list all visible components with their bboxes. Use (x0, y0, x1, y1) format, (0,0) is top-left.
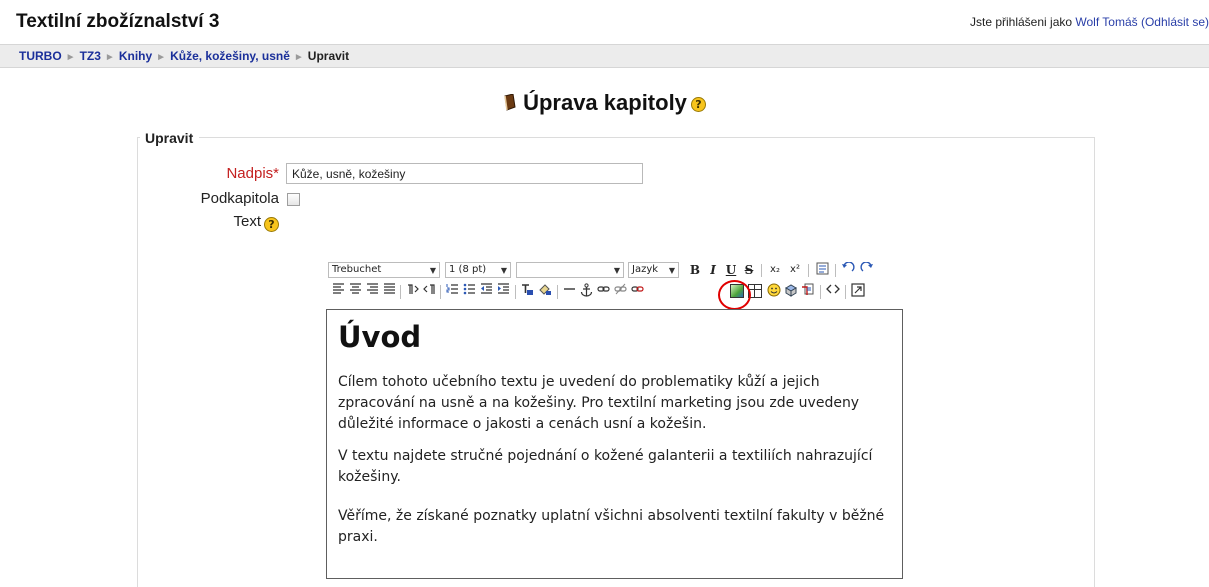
anchor-icon[interactable] (579, 283, 593, 301)
justify-icon[interactable] (382, 283, 396, 301)
toolbar-separator (400, 285, 401, 299)
logout-link[interactable]: (Odhlásit se) (1141, 15, 1209, 29)
underline-button[interactable]: U (724, 262, 738, 278)
editor-heading: Úvod (338, 320, 422, 354)
language-select[interactable]: Jazyk ▼ (628, 262, 679, 278)
title-label-text: Nadpis (226, 165, 274, 182)
html-source-icon[interactable] (826, 283, 840, 301)
breadcrumb-tz3[interactable]: TZ3 (80, 49, 101, 63)
outdent-icon[interactable] (479, 283, 493, 301)
help-icon[interactable]: ? (690, 96, 706, 112)
breadcrumb-chapter[interactable]: Kůže, kožešiny, usně (170, 49, 290, 63)
title-input[interactable] (286, 163, 643, 184)
rtl-icon[interactable] (422, 283, 436, 301)
italic-button[interactable]: I (706, 262, 720, 278)
unlink-icon[interactable] (613, 283, 627, 301)
chevron-down-icon: ▼ (613, 266, 620, 275)
breadcrumb-separator: ► (293, 52, 304, 63)
nolink-icon[interactable] (630, 283, 644, 301)
font-size-select[interactable]: 1 (8 pt) ▼ (445, 262, 511, 278)
background-color-icon[interactable] (538, 283, 552, 301)
toolbar-separator (820, 285, 821, 299)
search-replace-icon[interactable] (801, 283, 815, 301)
subchapter-checkbox[interactable] (287, 193, 300, 206)
clean-word-icon[interactable] (815, 262, 829, 278)
chevron-down-icon: ▼ (429, 266, 436, 275)
link-icon[interactable] (596, 283, 610, 301)
ltr-icon[interactable] (405, 283, 419, 301)
login-prefix: Jste přihlášeni jako (969, 15, 1076, 29)
editor-paragraph: Věříme, že získané poznatky uplatní všic… (338, 508, 885, 545)
special-char-icon[interactable] (784, 283, 798, 301)
align-right-icon[interactable] (365, 283, 379, 301)
login-info: Jste přihlášeni jako Wolf Tomáš (Odhlási… (970, 15, 1209, 29)
fullscreen-icon[interactable] (851, 283, 865, 301)
required-mark: * (273, 165, 279, 182)
toolbar-separator (808, 264, 809, 277)
align-left-icon[interactable] (331, 283, 345, 301)
font-family-value: Trebuchet (332, 264, 382, 275)
user-profile-link[interactable]: Wolf Tomáš (1075, 15, 1137, 29)
breadcrumb-separator: ► (104, 52, 115, 63)
text-label-text: Text (233, 213, 261, 230)
toolbar-separator (761, 264, 762, 277)
paragraph-style-select[interactable]: ▼ (516, 262, 624, 278)
breadcrumb-turbo[interactable]: TURBO (19, 49, 62, 63)
breadcrumb-current: Upravit (307, 49, 350, 63)
breadcrumb-knihy[interactable]: Knihy (119, 49, 152, 63)
book-icon (503, 91, 516, 117)
undo-icon[interactable] (840, 261, 856, 278)
toolbar-separator (835, 264, 836, 277)
horizontal-rule-icon[interactable] (562, 283, 576, 301)
toolbar-separator (440, 285, 441, 299)
breadcrumb-separator: ► (156, 52, 167, 63)
title-label: Nadpis* (226, 165, 279, 182)
breadcrumb-separator: ► (65, 52, 76, 63)
fieldset-legend: Upravit (140, 130, 200, 146)
editor-toolbar: Trebuchet ▼ 1 (8 pt) ▼ ▼ Jazyk ▼ B I U S x₂… (326, 258, 903, 308)
toolbar-separator (845, 285, 846, 299)
font-size-value: 1 (8 pt) (449, 264, 487, 275)
text-label: Text? (233, 213, 279, 232)
editor-paragraph: Cílem tohoto učebního textu je uvedení d… (338, 374, 860, 432)
toolbar-separator (557, 285, 558, 299)
bold-button[interactable]: B (688, 262, 702, 278)
subchapter-label: Podkapitola (200, 190, 279, 207)
smiley-icon[interactable] (767, 283, 781, 301)
page-title: Úprava kapitoly (523, 90, 687, 115)
breadcrumb: TURBO ► TZ3 ► Knihy ► Kůže, kožešiny, usně ► Upr… (0, 44, 1209, 68)
font-family-select[interactable]: Trebuchet ▼ (328, 262, 440, 278)
redo-icon[interactable] (859, 261, 875, 278)
help-icon[interactable]: ? (264, 217, 279, 232)
editor-paragraph: V textu najdete stručné pojednání o kože… (338, 448, 873, 485)
chevron-down-icon: ▼ (668, 266, 675, 275)
ordered-list-icon[interactable] (445, 283, 459, 301)
subscript-button[interactable]: x₂ (767, 262, 783, 278)
unordered-list-icon[interactable] (462, 283, 476, 301)
superscript-button[interactable]: x² (787, 262, 803, 278)
indent-icon[interactable] (496, 283, 510, 301)
page-heading: Úprava kapitoly? (0, 90, 1209, 117)
site-title: Textilní zbožíznalství 3 (16, 11, 220, 32)
rich-text-editor[interactable]: Úvod Cílem tohoto učebního textu je uved… (326, 309, 903, 579)
language-value: Jazyk (632, 264, 659, 275)
align-center-icon[interactable] (348, 283, 362, 301)
strikethrough-button[interactable]: S (742, 262, 756, 278)
toolbar-separator (515, 285, 516, 299)
chevron-down-icon: ▼ (500, 266, 507, 275)
text-color-icon[interactable] (520, 283, 534, 301)
highlight-circle-annotation (718, 280, 751, 310)
